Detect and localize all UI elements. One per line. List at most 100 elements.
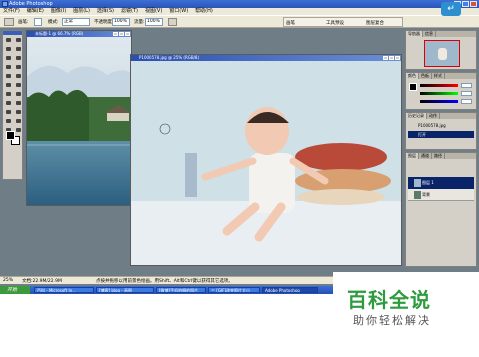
green-value-field[interactable] [461,91,472,96]
document-window-controls [383,56,400,60]
watermark-slogan: 助你轻松解决 [353,314,431,327]
layer-row-active[interactable]: 图层 1 [408,177,474,189]
baby-photo[interactable] [131,61,401,265]
mode-select[interactable]: 正常 [62,18,90,26]
document-title: P1000578.jpg @ 25% (RGB/8) [139,55,200,60]
doc-maximize-icon[interactable] [389,56,394,60]
layer-thumbnail [414,179,421,187]
landscape-photo [27,37,131,205]
tab-layers[interactable]: 图层 [406,153,419,159]
taskbar-item-active[interactable]: Adobe Photoshop [262,287,318,293]
menu-image[interactable]: 图像(I) [51,8,66,15]
airbrush-icon[interactable] [168,18,177,26]
well-tab-brushes[interactable]: 画笔 [286,20,295,26]
move-tool-icon[interactable] [14,36,23,44]
layer-row-background[interactable]: 背景 [408,189,474,201]
document-title: 未标题-1 @ 66.7% (RGB) [35,31,84,36]
brush-size-field[interactable] [34,18,42,26]
menu-filter[interactable]: 滤镜(T) [121,8,138,15]
type-tool-icon[interactable] [14,99,23,107]
well-tab-layer-comps[interactable]: 图层复合 [366,20,384,26]
history-state-open[interactable]: 打开 [408,131,474,138]
taskbar-item[interactable]: [微博]手机拍摄的照片 [156,287,206,293]
tab-actions[interactable]: 动作 [427,113,440,119]
eyedropper-tool-icon[interactable] [14,117,23,125]
pen-tool-icon[interactable] [4,108,13,116]
tab-info[interactable]: 信息 [423,31,436,37]
tab-channels[interactable]: 通道 [419,153,432,159]
layer-thumbnail [414,191,421,199]
clone-stamp-tool-icon[interactable] [4,72,13,80]
blue-value-field[interactable] [461,99,472,104]
magic-wand-tool-icon[interactable] [14,45,23,53]
menu-window[interactable]: 窗口(W) [169,8,188,15]
brush-tool-icon[interactable] [4,18,14,26]
maximize-icon[interactable] [462,1,469,7]
doc-close-icon[interactable] [395,56,400,60]
dodge-tool-icon[interactable] [14,90,23,98]
start-button[interactable]: 开始 [0,286,30,294]
healing-brush-tool-icon[interactable] [4,63,13,71]
history-brush-tool-icon[interactable] [14,72,23,80]
tab-color[interactable]: 颜色 [406,73,419,79]
palette-well: 画笔 工具预设 图层复合 [283,17,403,27]
crop-tool-icon[interactable] [4,54,13,62]
menu-edit[interactable]: 编辑(E) [27,8,44,15]
lasso-tool-icon[interactable] [4,45,13,53]
tab-swatches[interactable]: 色板 [419,73,432,79]
document-window-controls [113,32,130,36]
watermark-logo: 百科全说 [347,288,431,312]
tab-history[interactable]: 历史记录 [406,113,427,119]
flow-label: 流量: [134,20,145,25]
taskbar-item[interactable]: 百科 - Microsoft In... [34,287,94,293]
options-bar: 画笔: 模式: 正常 不透明度: 100% 流量: 100% 画笔 工具预设 图… [0,15,479,28]
blur-tool-icon[interactable] [4,90,13,98]
marquee-tool-icon[interactable] [4,36,13,44]
navigator-thumbnail[interactable] [424,40,460,67]
document-size: 文档:22.9M/22.9M [22,279,62,284]
shape-tool-icon[interactable] [14,108,23,116]
color-swatches[interactable] [6,131,20,145]
well-tab-tool-presets[interactable]: 工具预设 [326,20,344,26]
tab-paths[interactable]: 路径 [432,153,445,159]
history-tabs: 历史记录 动作 [406,113,476,119]
window-title: Adobe Photoshop [9,1,53,7]
menu-view[interactable]: 视图(V) [145,8,162,15]
green-slider[interactable] [420,92,458,95]
menu-select[interactable]: 选择(S) [97,8,114,15]
flow-input[interactable]: 100% [145,18,163,26]
document-window-landscape[interactable]: 未标题-1 @ 66.7% (RGB) [26,30,132,206]
red-value-field[interactable] [461,83,472,88]
blue-slider[interactable] [420,100,458,103]
menu-help[interactable]: 帮助(H) [195,8,213,15]
taskbar-item[interactable]: 三 [GIF]改变照片大小 [208,287,260,293]
title-bar: Adobe Photoshop [0,0,479,8]
opacity-input[interactable]: 100% [112,18,130,26]
menu-layer[interactable]: 图层(L) [73,8,90,15]
menu-file[interactable]: 文件(F) [3,8,20,15]
zoom-level[interactable]: 25% [3,278,13,283]
close-icon[interactable] [470,1,477,7]
taskbar-item[interactable]: [博客] blog - 画图 [96,287,154,293]
brush-label: 画笔: [18,20,29,25]
notes-tool-icon[interactable] [4,117,13,125]
color-panel-swatch[interactable] [409,83,417,91]
tab-navigator[interactable]: 导航器 [406,31,423,37]
color-tabs: 颜色 色板 样式 [406,73,476,79]
gradient-tool-icon[interactable] [14,81,23,89]
red-slider[interactable] [420,84,458,87]
history-snapshot[interactable]: P1000578.jpg [408,122,474,129]
eraser-tool-icon[interactable] [4,81,13,89]
toolbox [2,30,23,180]
brush-tool-icon[interactable] [14,63,23,71]
document-window-baby[interactable]: P1000578.jpg @ 25% (RGB/8) [130,54,402,266]
doc-minimize-icon[interactable] [383,56,388,60]
slice-tool-icon[interactable] [14,54,23,62]
tab-styles[interactable]: 样式 [432,73,445,79]
doc-close-icon[interactable] [125,32,130,36]
lake-scene-image [27,37,131,205]
doc-minimize-icon[interactable] [113,32,118,36]
doc-maximize-icon[interactable] [119,32,124,36]
path-selection-tool-icon[interactable] [4,99,13,107]
foreground-color-swatch[interactable] [6,131,15,140]
